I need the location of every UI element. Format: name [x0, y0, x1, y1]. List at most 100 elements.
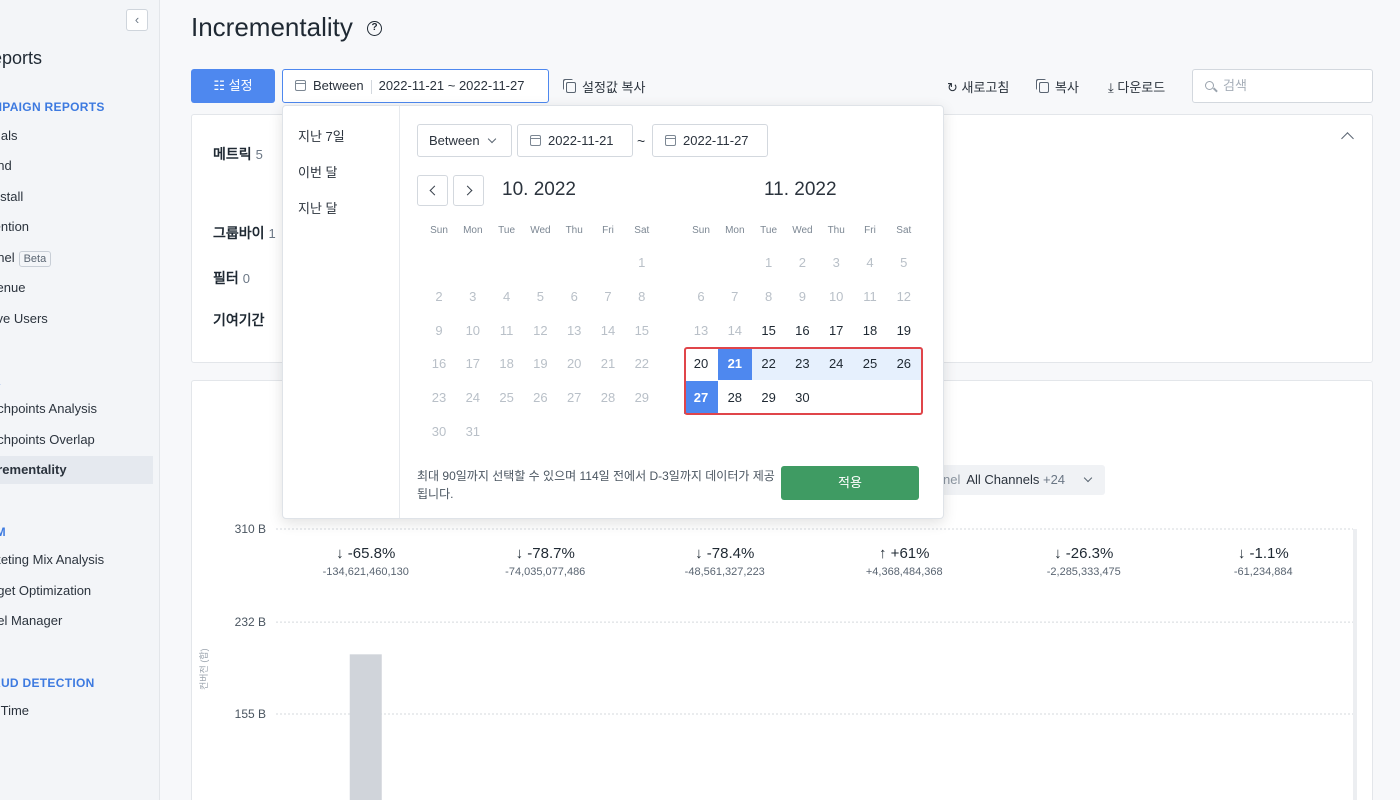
nov-day-17[interactable]: 17 [819, 314, 853, 347]
oct-day-21: 21 [600, 356, 616, 372]
nov-day-6: 6 [697, 288, 705, 304]
scrollbar[interactable] [1353, 529, 1357, 800]
end-date-field[interactable]: 2022-11-27 [652, 124, 768, 157]
download-button[interactable]: ⤓ 다운로드 [1108, 77, 1165, 96]
nov-day-23[interactable]: 23 [785, 347, 820, 381]
filter-count: 0 [242, 271, 250, 286]
copy-button[interactable]: 복사 [1039, 77, 1079, 96]
calendar-icon [295, 80, 306, 91]
nov-day-24[interactable]: 24 [819, 347, 854, 381]
metric-count: 5 [255, 147, 263, 162]
oct-day-15: 15 [634, 322, 650, 338]
oct-day-8: 8 [638, 288, 646, 304]
sidebar-item-incrementality[interactable]: crementality [0, 456, 153, 484]
delta-absolute: +4,368,484,368 [865, 566, 943, 578]
delta-percent: ↑ +61% [879, 545, 930, 562]
sidebar-section-fraud-detection: AUD DETECTION [0, 676, 95, 690]
help-icon[interactable]: ? [367, 21, 382, 36]
prev-month-button[interactable] [417, 175, 448, 206]
delta-percent: ↓ -26.3% [1054, 545, 1114, 562]
sidebar-item-retention[interactable]: tention [0, 213, 153, 241]
sidebar-item-funnel[interactable]: nnelBeta [0, 244, 153, 272]
metric-label: 메트릭 [213, 146, 252, 162]
weekday-label: Tue [498, 225, 516, 236]
date-range-trigger[interactable]: Between 2022-11-21 ~ 2022-11-27 [282, 69, 549, 103]
apply-button[interactable]: 적용 [781, 466, 919, 500]
sidebar-item-touchpoints-analysis[interactable]: uchpoints Analysis [0, 395, 153, 423]
metric-row[interactable]: 메트릭 5 [213, 144, 263, 164]
nov-day-27[interactable]: 27 [684, 381, 718, 415]
groupby-count: 1 [268, 226, 276, 241]
nov-day-3: 3 [832, 255, 840, 270]
sidebar-item-label: crementality [0, 462, 67, 477]
nov-day-30[interactable]: 30 [785, 381, 819, 414]
refresh-button[interactable]: ↻ 새로고침 [947, 77, 1009, 96]
nov-day-26[interactable]: 26 [886, 347, 921, 381]
sidebar-item-touchpoints-overlap[interactable]: uchpoints Overlap [0, 426, 153, 454]
nov-day-15[interactable]: 15 [752, 314, 786, 347]
nov-day-1: 1 [764, 255, 773, 270]
oct-day-24: 24 [465, 390, 481, 406]
preset-last-month[interactable]: 지난 달 [298, 198, 338, 217]
settings-button[interactable]: ☷ 설정 [191, 69, 275, 103]
preset-last-7-days[interactable]: 지난 7일 [298, 126, 345, 145]
end-date-value: 2022-11-27 [683, 133, 749, 148]
nov-day-19[interactable]: 19 [887, 314, 921, 347]
weekday-label: Wed [792, 225, 813, 236]
nov-day-18[interactable]: 18 [853, 314, 887, 347]
oct-day-7: 7 [604, 288, 612, 304]
settings-button-label: 설정 [228, 78, 253, 93]
chevron-up-icon[interactable] [1341, 132, 1354, 145]
sidebar-item-lag-time[interactable]: g Time [0, 697, 153, 725]
sidebar-item-label: install [0, 189, 24, 204]
nov-day-21[interactable]: 21 [717, 347, 752, 381]
nov-day-29[interactable]: 29 [752, 381, 786, 414]
date-mode-value: Between [429, 133, 480, 148]
sidebar-item-label: tive Users [0, 311, 48, 326]
sidebar-item-reinstall[interactable]: install [0, 183, 153, 211]
date-range-label: 2022-11-21 ~ 2022-11-27 [378, 78, 525, 93]
sidebar-collapse-button[interactable]: ‹ [126, 9, 148, 31]
copy-settings-label: 설정값 복사 [582, 80, 646, 95]
sidebar-item-marketing-mix-analysis[interactable]: rketing Mix Analysis [0, 546, 153, 574]
nov-day-25[interactable]: 25 [853, 347, 887, 381]
nov-day-28[interactable]: 28 [718, 381, 752, 414]
channel-filter[interactable]: nel All Channels +24 [935, 465, 1105, 495]
attribution-row[interactable]: 기여기간 [213, 310, 265, 330]
copy-settings-button[interactable]: 설정값 복사 [566, 77, 645, 96]
sidebar-item-actuals[interactable]: tuals [0, 122, 153, 150]
filter-label: 필터 [213, 270, 239, 286]
sidebar-item-active-users[interactable]: tive Users [0, 305, 153, 333]
nov-day-9: 9 [798, 288, 806, 304]
delta-absolute: -48,561,327,223 [684, 566, 765, 578]
next-month-button[interactable] [453, 175, 484, 206]
nov-day-12: 12 [896, 288, 912, 304]
filter-row[interactable]: 필터 0 [213, 268, 250, 288]
channel-filter-label: nel [943, 472, 961, 487]
sidebar-item-budget-optimization[interactable]: dget Optimization [0, 577, 153, 605]
sidebar-item-label: nnel [0, 250, 15, 265]
search-input[interactable]: 검색 [1192, 69, 1373, 103]
nov-day-20[interactable]: 20 [684, 347, 718, 380]
range-separator: ~ [637, 133, 646, 149]
weekday-label: Thu [827, 225, 845, 236]
preset-this-month[interactable]: 이번 달 [298, 162, 338, 181]
nov-day-22[interactable]: 22 [751, 347, 786, 381]
delta-item: ↓ -78.4% -48,561,327,223 [650, 545, 800, 578]
sidebar-item-trend[interactable]: end [0, 152, 153, 180]
divider [370, 79, 372, 94]
copy-label: 복사 [1055, 80, 1079, 95]
sidebar-item-label: uchpoints Analysis [0, 401, 97, 416]
date-mode-select[interactable]: Between [417, 124, 512, 157]
nov-day-16[interactable]: 16 [785, 314, 819, 347]
sidebar-item-model-manager[interactable]: del Manager [0, 607, 153, 635]
bar-0[interactable] [349, 654, 382, 800]
delta-percent: ↓ -78.4% [695, 545, 755, 562]
sliders-icon: ☷ [213, 78, 229, 93]
weekday-label: Fri [864, 225, 876, 236]
start-date-field[interactable]: 2022-11-21 [517, 124, 633, 157]
attribution-label: 기여기간 [213, 312, 265, 328]
sidebar-item-revenue[interactable]: venue [0, 274, 153, 302]
groupby-row[interactable]: 그룹바이 1 [213, 223, 276, 243]
sidebar-item-label: tention [0, 219, 30, 234]
